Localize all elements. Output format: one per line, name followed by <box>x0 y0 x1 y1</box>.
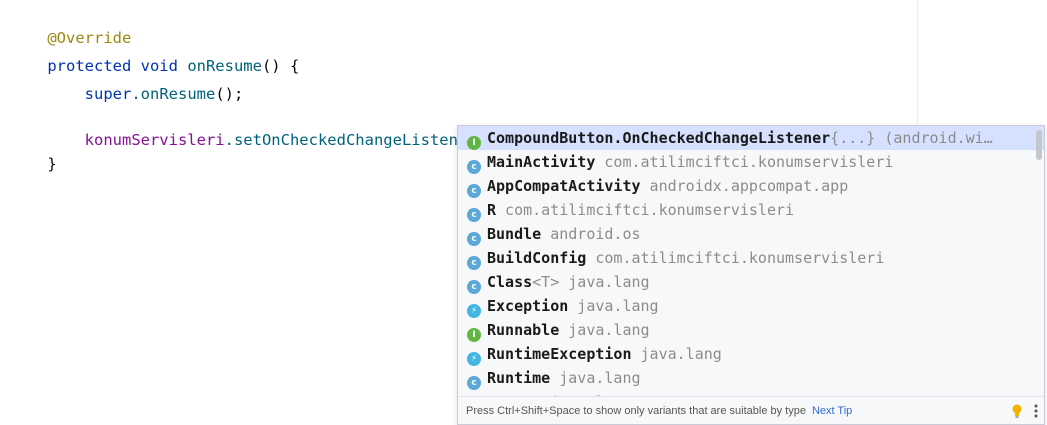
completion-item-package: com.atilimciftci.konumservisleri <box>496 201 795 219</box>
completion-item[interactable]: ⚡ RuntimeException java.lang <box>458 342 1044 366</box>
completion-item-name: R <box>487 201 497 219</box>
class-icon: c <box>467 376 481 390</box>
completion-item[interactable]: c AppCompatActivity androidx.appcompat.ap… <box>458 174 1044 198</box>
footer-hint: Press Ctrl+Shift+Space to show only vari… <box>466 397 852 424</box>
class-icon: c <box>467 232 481 246</box>
completion-item-package: java.lang <box>568 297 659 315</box>
completion-item[interactable]: c MainActivity com.atilimciftci.konumserv… <box>458 150 1044 174</box>
completion-item[interactable]: ⚡ Exception java.lang <box>458 294 1044 318</box>
completion-item[interactable]: cR com.atilimciftci.konumservisleri <box>458 198 1044 222</box>
code-line-2: protected void onResume() { <box>10 30 299 75</box>
completion-item-name: Class <box>487 273 533 291</box>
completion-item-name: Exception <box>487 297 569 315</box>
completion-item-package: com.atilimciftci.konumservisleri <box>586 249 885 267</box>
more-options-icon[interactable] <box>1034 404 1038 418</box>
lightbulb-icon[interactable] <box>1012 404 1022 418</box>
code-line-1: @Override <box>10 2 131 47</box>
completion-item-package: com.atilimciftci.konumservisleri <box>595 153 894 171</box>
completion-item-name: MainActivity <box>487 153 596 171</box>
method-call-token: .onResume <box>131 85 216 103</box>
class-icon: c <box>467 208 481 222</box>
interface-icon: I <box>467 136 481 150</box>
completion-item[interactable]: I CompoundButton.OnCheckedChangeListener{… <box>458 126 1044 150</box>
completion-item-name: Bundle <box>487 225 542 243</box>
code-line-6: } <box>10 128 56 173</box>
completion-item-package: (android.wi… <box>875 129 993 147</box>
exception-icon: ⚡ <box>467 352 481 366</box>
exception-icon: ⚡ <box>467 304 481 318</box>
field-token: konumServisleri <box>84 131 225 149</box>
completion-item-name: AppCompatActivity <box>487 177 641 195</box>
code-line-3: super.onResume(); <box>10 58 244 103</box>
completion-item-package: java.lang <box>550 369 641 387</box>
scrollbar-thumb[interactable] <box>1036 130 1042 160</box>
code-completion-popup[interactable]: I CompoundButton.OnCheckedChangeListener{… <box>457 125 1045 425</box>
keyword-token: super <box>84 85 132 103</box>
completion-list[interactable]: I CompoundButton.OnCheckedChangeListener{… <box>458 126 1044 396</box>
completion-item-name: Runtime <box>487 369 551 387</box>
completion-footer: Press Ctrl+Shift+Space to show only vari… <box>458 396 1044 424</box>
completion-item[interactable]: c Class<T> java.lang <box>458 270 1044 294</box>
completion-item[interactable]: c BuildConfig com.atilimciftci.konumservi… <box>458 246 1044 270</box>
next-tip-link[interactable]: Next Tip <box>812 405 852 417</box>
completion-item-name: Runnable <box>487 321 560 339</box>
interface-icon: I <box>467 328 481 342</box>
completion-item-package: java.lang <box>559 273 650 291</box>
hint-text: Press Ctrl+Shift+Space to show only vari… <box>466 405 806 417</box>
completion-item[interactable]: c Runtime java.lang <box>458 366 1044 390</box>
completion-item-name: BuildConfig <box>487 249 587 267</box>
method-call-token: .setOnCheckedChangeListener <box>224 131 477 149</box>
class-icon: c <box>467 160 481 174</box>
completion-item-package: androidx.appcompat.app <box>640 177 849 195</box>
completion-item-type: <T> <box>532 273 560 291</box>
completion-item-package: java.lang <box>559 321 650 339</box>
class-icon: c <box>467 256 481 270</box>
closing-brace-token: } <box>47 155 57 173</box>
class-icon: c <box>467 184 481 198</box>
completion-item-package: android.os <box>541 225 641 243</box>
completion-item-type: {...} <box>830 129 876 147</box>
completion-item-name: RuntimeException <box>487 345 632 363</box>
completion-item-name: CompoundButton.OnCheckedChangeListener <box>487 129 831 147</box>
punctuation-token: (); <box>215 85 244 103</box>
completion-item-package: java.lang <box>631 345 722 363</box>
completion-item[interactable]: c Bundle android.os <box>458 222 1044 246</box>
class-icon: c <box>467 280 481 294</box>
punctuation-token: () { <box>261 57 300 75</box>
completion-item[interactable]: I Runnable java.lang <box>458 318 1044 342</box>
